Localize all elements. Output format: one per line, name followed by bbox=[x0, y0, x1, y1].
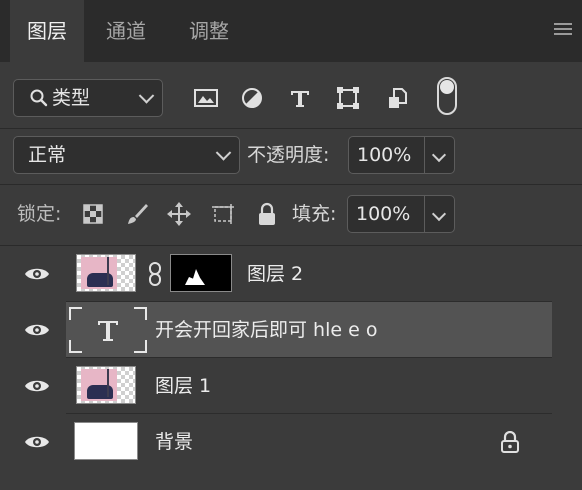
layer-lock-icon[interactable] bbox=[500, 431, 520, 453]
layer-row[interactable]: 背景 bbox=[10, 414, 552, 470]
divider bbox=[0, 128, 582, 129]
panel-tab-bar: 图层 通道 调整 bbox=[0, 0, 582, 62]
layer-row[interactable]: 图层 2 bbox=[10, 246, 552, 302]
opacity-value: 100% bbox=[357, 144, 412, 166]
filter-toggle-switch[interactable] bbox=[437, 77, 457, 115]
layer-filter-dropdown[interactable]: 类型 bbox=[13, 79, 163, 117]
shape-filter-icon[interactable] bbox=[334, 84, 362, 112]
layer-row[interactable]: 图层 1 bbox=[10, 358, 552, 414]
adjustment-filter-icon[interactable] bbox=[238, 84, 266, 112]
panel-menu-icon[interactable] bbox=[554, 23, 572, 39]
visibility-eye-icon[interactable] bbox=[24, 433, 50, 451]
fill-label: 填充: bbox=[292, 203, 337, 225]
blend-mode-label: 正常 bbox=[28, 144, 67, 166]
image-filter-icon[interactable] bbox=[192, 84, 220, 112]
lock-transparent-pixels-icon[interactable] bbox=[80, 201, 106, 227]
chevron-down-icon bbox=[215, 145, 232, 161]
chevron-down-icon bbox=[138, 88, 155, 104]
mask-link-chain-icon[interactable] bbox=[148, 262, 162, 286]
lock-all-icon[interactable] bbox=[254, 201, 280, 227]
background-thumbnail bbox=[74, 422, 138, 460]
layer-row-selected[interactable]: 开会开回家后即可 hle e o bbox=[10, 302, 552, 358]
chevron-down-icon[interactable] bbox=[431, 147, 447, 163]
layer-mask-thumbnail[interactable] bbox=[170, 254, 232, 292]
chevron-down-icon[interactable] bbox=[431, 206, 447, 222]
tab-channels[interactable]: 通道 bbox=[88, 0, 164, 62]
blend-mode-dropdown[interactable]: 正常 bbox=[13, 136, 240, 174]
layer-name: 图层 1 bbox=[155, 375, 212, 397]
fill-input[interactable]: 100% bbox=[347, 195, 455, 233]
lock-artboard-icon[interactable] bbox=[210, 201, 236, 227]
layer-name: 图层 2 bbox=[247, 263, 304, 285]
text-layer-thumbnail-icon bbox=[69, 307, 147, 353]
opacity-input[interactable]: 100% bbox=[348, 136, 455, 174]
layer-thumbnail bbox=[76, 366, 136, 404]
filter-kind-label: 类型 bbox=[52, 87, 91, 109]
lock-label: 锁定: bbox=[17, 203, 62, 225]
lock-position-move-icon[interactable] bbox=[166, 201, 192, 227]
visibility-eye-icon[interactable] bbox=[24, 321, 50, 339]
layer-name: 背景 bbox=[155, 431, 194, 453]
tab-adjustments[interactable]: 调整 bbox=[168, 0, 250, 62]
smart-object-filter-icon[interactable] bbox=[384, 84, 412, 112]
layer-thumbnail bbox=[76, 254, 136, 292]
opacity-label: 不透明度: bbox=[247, 144, 330, 166]
type-filter-icon[interactable] bbox=[286, 84, 314, 112]
layers-list: 图层 2 开会开回家后即可 hle e o 图层 1 背景 bbox=[0, 246, 582, 490]
visibility-eye-icon[interactable] bbox=[24, 265, 50, 283]
layers-panel: 类型 正常 不透明度: 100% 锁定: 填充: 100% 图层 2 开会开回家… bbox=[0, 62, 582, 490]
fill-value: 100% bbox=[356, 203, 411, 225]
divider bbox=[0, 184, 582, 185]
visibility-eye-icon[interactable] bbox=[24, 377, 50, 395]
lock-image-pixels-brush-icon[interactable] bbox=[124, 201, 150, 227]
search-icon bbox=[30, 89, 48, 107]
tab-layers[interactable]: 图层 bbox=[10, 0, 84, 62]
toggle-knob bbox=[440, 80, 454, 94]
layer-name: 开会开回家后即可 hle e o bbox=[155, 319, 378, 341]
